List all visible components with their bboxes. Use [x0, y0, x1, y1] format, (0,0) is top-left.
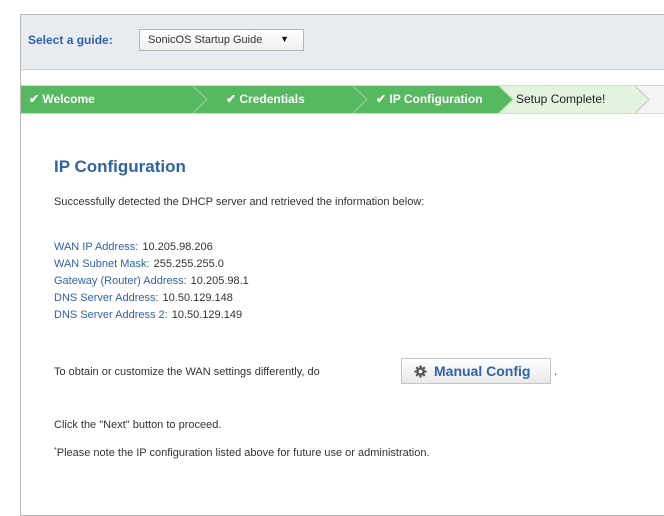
info-key: DNS Server Address:: [54, 292, 159, 304]
info-row-wan-subnet: WAN Subnet Mask: 255.255.255.0: [54, 258, 224, 270]
step-separator-icon: [489, 86, 514, 113]
step-setup-complete[interactable]: Setup Complete!: [494, 86, 636, 113]
info-row-dns-2: DNS Server Address 2: 10.50.129.149: [54, 309, 242, 321]
next-instruction-text: Click the "Next" button to proceed.: [54, 419, 222, 431]
guide-select[interactable]: SonicOS Startup Guide ▼: [139, 29, 304, 51]
step-ip-configuration-label: ✔ IP Configuration: [376, 92, 483, 106]
manual-config-button[interactable]: Manual Config: [401, 358, 551, 384]
intro-text: Successfully detected the DHCP server an…: [54, 196, 425, 208]
customize-text: To obtain or customize the WAN settings …: [54, 366, 320, 378]
step-separator-icon: [187, 86, 209, 113]
step-separator-icon: [347, 86, 369, 113]
info-value: 10.50.129.148: [162, 292, 233, 304]
info-row-gateway: Gateway (Router) Address: 10.205.98.1: [54, 275, 249, 287]
guide-bar: Select a guide: SonicOS Startup Guide ▼: [21, 15, 664, 70]
step-setup-complete-label: Setup Complete!: [516, 92, 606, 106]
step-ip-configuration[interactable]: ✔ IP Configuration: [366, 86, 494, 113]
wizard-frame: Select a guide: SonicOS Startup Guide ▼ …: [20, 14, 664, 516]
gear-icon: [414, 365, 427, 378]
step-credentials-label: ✔ Credentials: [226, 92, 305, 106]
step-welcome[interactable]: ✔ Welcome: [21, 86, 206, 113]
note-text: *Please note the IP configuration listed…: [54, 447, 430, 459]
info-key: WAN IP Address:: [54, 241, 139, 253]
info-row-dns-1: DNS Server Address: 10.50.129.148: [54, 292, 233, 304]
guide-label: Select a guide:: [28, 33, 113, 47]
info-value: 10.50.129.149: [171, 309, 243, 321]
guide-select-value: SonicOS Startup Guide: [148, 34, 263, 46]
step-welcome-label: ✔ Welcome: [29, 92, 95, 106]
info-key: Gateway (Router) Address:: [54, 275, 187, 287]
period-text: .: [554, 366, 558, 378]
caret-down-icon: ▼: [280, 34, 289, 44]
info-key: DNS Server Address 2:: [54, 309, 168, 321]
info-key: WAN Subnet Mask:: [54, 258, 150, 270]
page-title: IP Configuration: [54, 157, 186, 176]
info-value: 255.255.255.0: [153, 258, 224, 270]
step-credentials[interactable]: ✔ Credentials: [206, 86, 366, 113]
info-value: 10.205.98.1: [190, 275, 249, 287]
info-value: 10.205.98.206: [142, 241, 213, 253]
info-row-wan-ip: WAN IP Address: 10.205.98.206: [54, 241, 213, 253]
manual-config-label: Manual Config: [434, 363, 531, 379]
note-text-body: Please note the IP configuration listed …: [56, 447, 430, 459]
step-separator-icon: [629, 86, 650, 113]
wizard-steps: ✔ Welcome ✔ Credentials ✔ IP Configurati…: [21, 85, 664, 114]
